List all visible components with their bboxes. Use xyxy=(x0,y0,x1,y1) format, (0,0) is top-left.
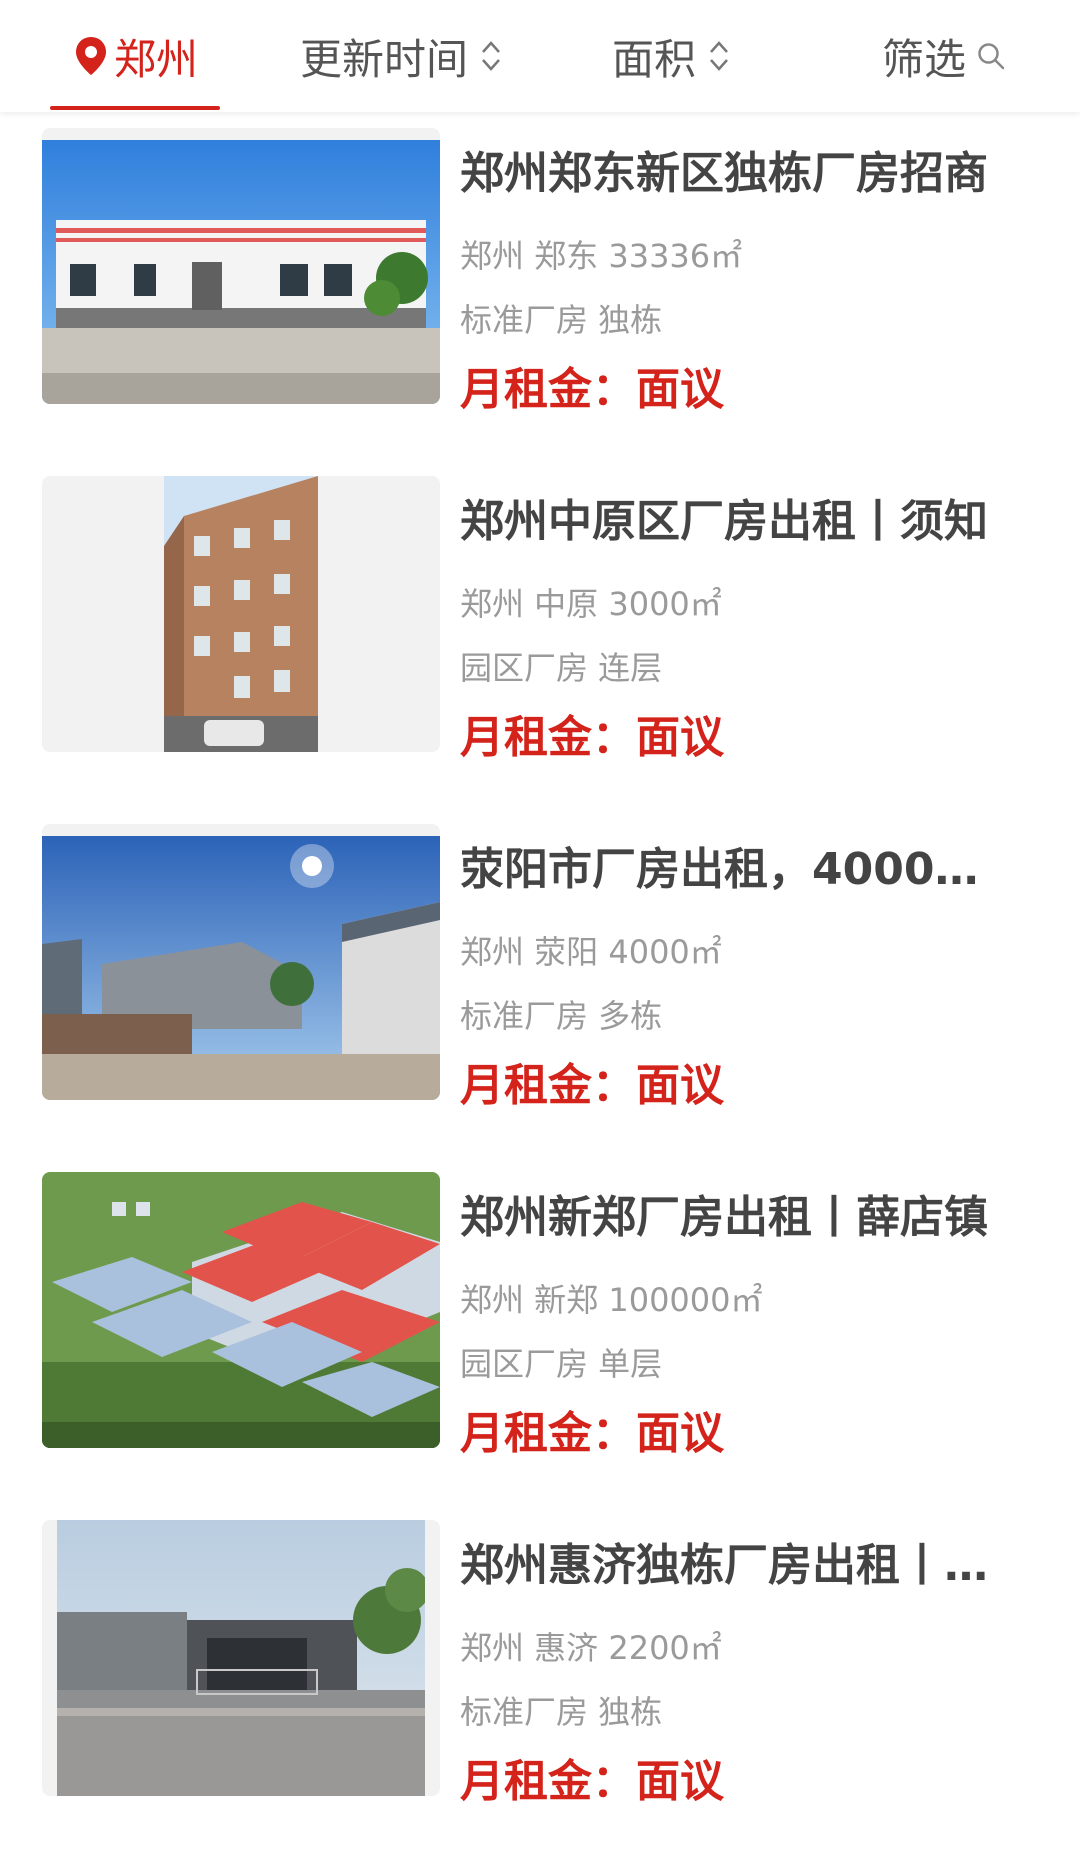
listing-price: 月租金：面议 xyxy=(460,1406,724,1462)
listing-type: 园区厂房 连层 xyxy=(460,649,663,687)
price-value: 面议 xyxy=(636,712,724,763)
active-tab-indicator xyxy=(50,106,220,110)
listing-type: 标准厂房 独栋 xyxy=(460,1693,663,1731)
listing-title: 郑州新郑厂房出租丨薛店镇 xyxy=(460,1192,988,1243)
listing-item[interactable]: 荥阳市厂房出租，4000平米 郑州 荥阳 4000㎡ 标准厂房 多栋 月租金：面… xyxy=(0,824,1080,1114)
sort-arrows-icon xyxy=(480,38,502,74)
listing-price: 月租金：面议 xyxy=(460,362,724,418)
listing-type: 标准厂房 多栋 xyxy=(460,997,663,1035)
city-selector[interactable]: 郑州 xyxy=(74,0,198,112)
listing-location: 郑州 惠济 2200㎡ xyxy=(460,1629,722,1667)
sort-arrows-icon xyxy=(708,38,730,74)
search-icon xyxy=(976,41,1006,71)
listing-item[interactable]: 郑州中原区厂房出租丨须知 郑州 中原 3000㎡ 园区厂房 连层 月租金：面议 xyxy=(0,476,1080,766)
listing-price: 月租金：面议 xyxy=(460,1754,724,1810)
price-value: 面议 xyxy=(636,1408,724,1459)
listing-price: 月租金：面议 xyxy=(460,710,724,766)
filter-bar: 郑州 更新时间 面积 筛选 xyxy=(0,0,1080,112)
listing-location: 郑州 荥阳 4000㎡ xyxy=(460,933,722,971)
price-label: 月租金： xyxy=(460,712,636,763)
listing-type: 园区厂房 单层 xyxy=(460,1345,663,1383)
sort-area-label: 面积 xyxy=(612,34,697,84)
listing-location: 郑州 郑东 33336㎡ xyxy=(460,237,743,275)
listing-item[interactable]: 郑州新郑厂房出租丨薛店镇 郑州 新郑 100000㎡ 园区厂房 单层 月租金：面… xyxy=(0,1172,1080,1462)
listing-type: 标准厂房 独栋 xyxy=(460,301,663,339)
filter-button[interactable]: 筛选 xyxy=(882,0,1006,112)
listing-item[interactable]: 郑州郑东新区独栋厂房招商 郑州 郑东 33336㎡ 标准厂房 独栋 月租金：面议 xyxy=(0,128,1080,418)
listing-price: 月租金：面议 xyxy=(460,1058,724,1114)
price-label: 月租金： xyxy=(460,364,636,415)
sort-time-label: 更新时间 xyxy=(300,34,469,84)
listing-photo xyxy=(42,1520,440,1796)
listing-photo xyxy=(42,476,440,752)
listing-location: 郑州 新郑 100000㎡ xyxy=(460,1281,763,1319)
listing-photo xyxy=(42,1172,440,1448)
price-value: 面议 xyxy=(636,1756,724,1807)
listing-title: 郑州惠济独栋厂房出租丨独院 xyxy=(460,1540,1020,1591)
location-pin-icon xyxy=(74,35,108,77)
listing-photo xyxy=(42,128,440,404)
price-value: 面议 xyxy=(636,1060,724,1111)
listing-title: 郑州郑东新区独栋厂房招商 xyxy=(460,148,988,199)
filter-label: 筛选 xyxy=(882,34,967,84)
price-label: 月租金： xyxy=(460,1060,636,1111)
listing-title: 郑州中原区厂房出租丨须知 xyxy=(460,496,988,547)
price-value: 面议 xyxy=(636,364,724,415)
listing-photo xyxy=(42,824,440,1100)
price-label: 月租金： xyxy=(460,1756,636,1807)
listing-item[interactable]: 郑州惠济独栋厂房出租丨独院 郑州 惠济 2200㎡ 标准厂房 独栋 月租金：面议 xyxy=(0,1520,1080,1810)
price-label: 月租金： xyxy=(460,1408,636,1459)
sort-by-area[interactable]: 面积 xyxy=(612,0,730,112)
listing-location: 郑州 中原 3000㎡ xyxy=(460,585,722,623)
sort-by-time[interactable]: 更新时间 xyxy=(300,0,502,112)
city-label: 郑州 xyxy=(114,34,199,84)
listing-title: 荥阳市厂房出租，4000平米 xyxy=(460,844,1020,895)
